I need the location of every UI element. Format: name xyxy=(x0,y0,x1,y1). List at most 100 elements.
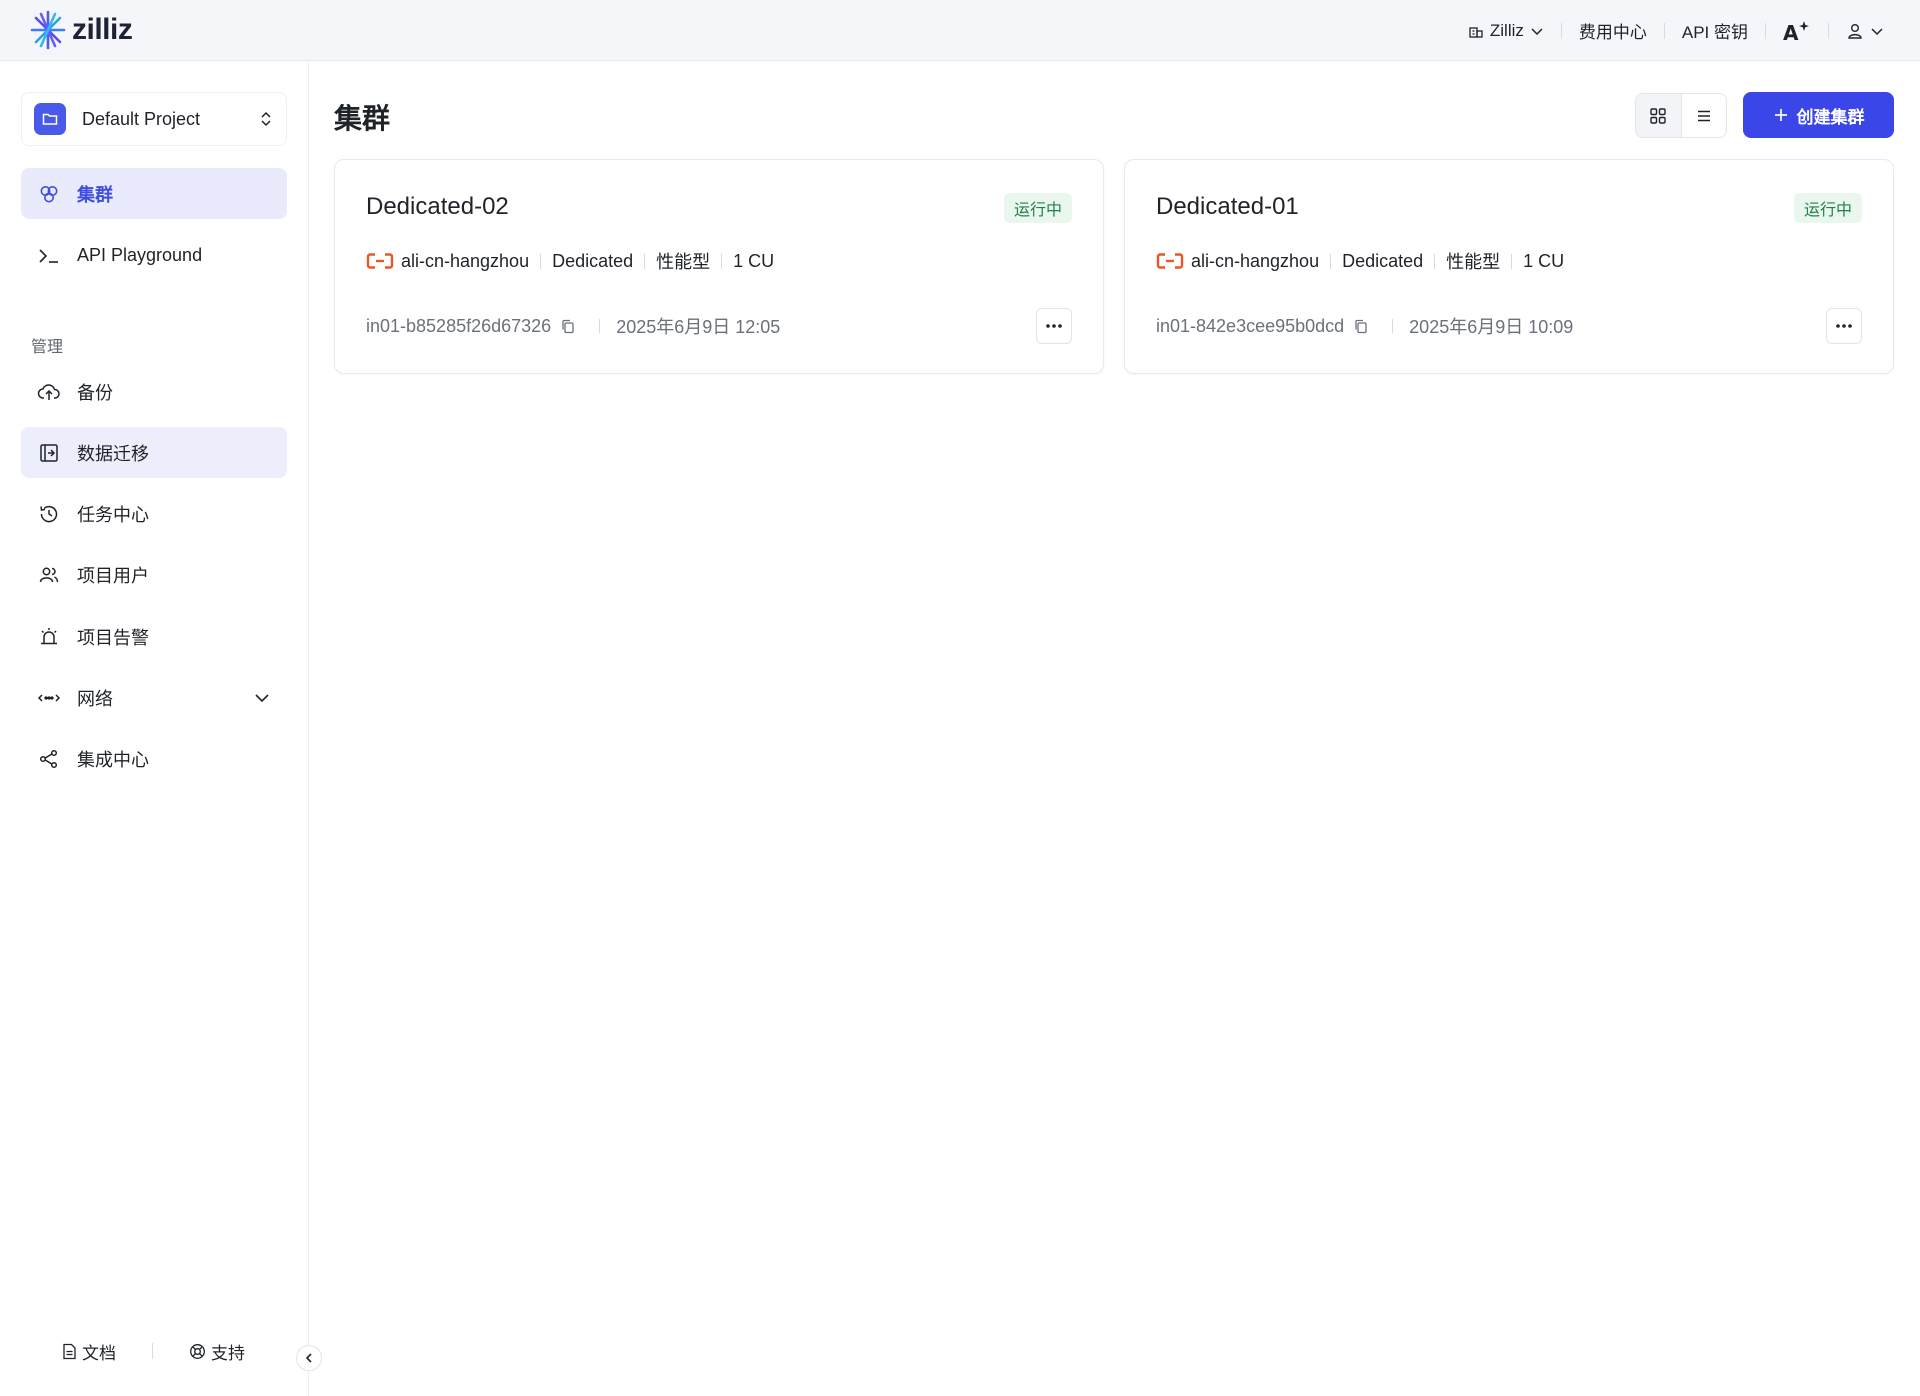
cluster-type: 性能型 xyxy=(656,252,711,272)
sidebar-item-backup[interactable]: 备份 xyxy=(21,366,287,417)
cluster-info: in01-b85285f26d67326 2025年6月9日 12:05 xyxy=(366,313,780,339)
copy-icon[interactable] xyxy=(1354,319,1368,334)
cluster-card[interactable]: Dedicated-01 运行中 ali-cn-hangzhou Dedicat… xyxy=(1124,159,1894,374)
divider xyxy=(152,1343,153,1359)
create-cluster-button[interactable]: 创建集群 xyxy=(1743,92,1894,138)
cluster-cu: 1 CU xyxy=(733,250,775,271)
status-badge: 运行中 xyxy=(1003,193,1072,223)
sidebar-item-label: 集群 xyxy=(77,184,113,205)
support-label: 支持 xyxy=(211,1343,245,1363)
cluster-type: 性能型 xyxy=(1446,252,1501,272)
logo-text: zilliz xyxy=(72,13,133,46)
support-link[interactable]: 支持 xyxy=(189,1339,245,1364)
share-icon xyxy=(37,747,61,771)
grid-icon xyxy=(1650,107,1666,124)
history-icon xyxy=(37,502,61,526)
aliyun-icon xyxy=(1156,252,1184,270)
sidebar-item-integrations[interactable]: 集成中心 xyxy=(21,733,287,784)
sidebar-item-tasks[interactable]: 任务中心 xyxy=(21,488,287,539)
terminal-icon xyxy=(37,244,61,268)
cluster-created: 2025年6月9日 10:09 xyxy=(1409,317,1574,337)
org-switcher[interactable]: Zilliz xyxy=(1468,21,1544,41)
sidebar-item-label: 备份 xyxy=(77,382,113,403)
billing-label: 费用中心 xyxy=(1578,23,1647,42)
chevron-down-icon xyxy=(255,693,269,702)
create-cluster-label: 创建集群 xyxy=(1796,107,1865,127)
more-actions-button[interactable] xyxy=(1036,308,1072,344)
alarm-icon xyxy=(37,625,61,649)
list-icon xyxy=(1697,110,1710,121)
sidebar-item-alerts[interactable]: 项目告警 xyxy=(21,611,287,662)
sidebar-item-api-playground[interactable]: API Playground xyxy=(21,230,287,281)
sidebar-item-label: 任务中心 xyxy=(77,504,149,525)
sidebar-item-migration[interactable]: 数据迁移 xyxy=(21,427,287,478)
more-horizontal-icon xyxy=(1046,324,1062,328)
docs-link[interactable]: 文档 xyxy=(62,1339,116,1364)
clusters-icon xyxy=(37,182,61,206)
sidebar-item-label: 项目告警 xyxy=(77,627,149,648)
more-actions-button[interactable] xyxy=(1826,308,1862,344)
sidebar-item-label: 数据迁移 xyxy=(77,443,149,464)
cloud-upload-icon xyxy=(37,380,61,404)
sidebar-group-title: 管理 xyxy=(31,339,64,356)
sidebar-item-network[interactable]: 网络 xyxy=(21,672,287,723)
cluster-region: ali-cn-hangzhou xyxy=(1191,250,1320,271)
ai-assistant-button[interactable]: A xyxy=(1783,19,1811,43)
document-icon xyxy=(63,1343,76,1359)
cluster-id: in01-842e3cee95b0dcd xyxy=(1156,315,1345,336)
cluster-name[interactable]: Dedicated-02 xyxy=(366,193,509,221)
project-name: Default Project xyxy=(82,108,201,129)
divider xyxy=(1765,22,1766,39)
divider xyxy=(1828,22,1829,39)
chevron-up-down-icon xyxy=(261,111,271,127)
top-bar: zilliz Zilliz 费用中心 API 密钥 A xyxy=(0,0,1920,61)
zilliz-logo[interactable]: zilliz xyxy=(28,8,133,52)
chevron-down-icon xyxy=(1531,27,1543,35)
divider xyxy=(1511,253,1513,269)
view-toggle xyxy=(1635,93,1727,138)
sidebar-collapse-button[interactable] xyxy=(296,1345,322,1371)
plus-icon xyxy=(1774,109,1787,121)
users-icon xyxy=(37,563,61,587)
top-nav: Zilliz 费用中心 API 密钥 A xyxy=(1468,0,1884,61)
folder-icon xyxy=(34,103,66,135)
cluster-cu: 1 CU xyxy=(1523,250,1565,271)
zilliz-logo-icon xyxy=(30,10,66,50)
sidebar-item-project-users[interactable]: 项目用户 xyxy=(21,549,287,600)
ai-sparkle-icon: A xyxy=(1783,20,1809,43)
api-keys-link[interactable]: API 密钥 xyxy=(1682,18,1748,43)
divider xyxy=(599,319,601,333)
divider xyxy=(540,253,542,269)
page-title: 集群 xyxy=(334,103,391,134)
cluster-id: in01-b85285f26d67326 xyxy=(366,315,552,336)
cluster-created: 2025年6月9日 12:05 xyxy=(616,317,781,337)
sidebar-item-label: 项目用户 xyxy=(77,565,149,586)
project-switcher[interactable]: Default Project xyxy=(21,92,287,146)
cluster-card[interactable]: Dedicated-02 运行中 ali-cn-hangzhou Dedicat… xyxy=(334,159,1104,374)
cluster-name[interactable]: Dedicated-01 xyxy=(1156,193,1299,221)
user-menu[interactable] xyxy=(1846,22,1884,40)
divider xyxy=(721,253,723,269)
aliyun-icon xyxy=(366,252,394,270)
list-view-button[interactable] xyxy=(1680,94,1727,137)
divider xyxy=(1434,253,1436,269)
billing-link[interactable]: 费用中心 xyxy=(1579,18,1647,43)
sidebar-item-label: 网络 xyxy=(77,688,113,709)
cluster-plan: Dedicated xyxy=(1342,250,1424,271)
status-badge: 运行中 xyxy=(1793,193,1862,223)
sidebar-footer: 文档 支持 xyxy=(0,1331,309,1371)
divider xyxy=(1560,22,1562,39)
support-icon xyxy=(190,1343,205,1359)
user-icon xyxy=(1848,23,1862,39)
divider xyxy=(1330,253,1332,269)
more-horizontal-icon xyxy=(1836,324,1852,328)
cluster-meta: ali-cn-hangzhou Dedicated 性能型 1 CU xyxy=(366,248,774,274)
divider xyxy=(1663,22,1665,39)
sidebar-item-label: 集成中心 xyxy=(77,749,149,770)
building-icon xyxy=(1469,26,1483,38)
sidebar-item-clusters[interactable]: 集群 xyxy=(21,168,287,219)
copy-icon[interactable] xyxy=(561,319,575,334)
grid-view-button[interactable] xyxy=(1636,94,1681,137)
chevron-down-icon xyxy=(1871,27,1883,35)
api-keys-label: API 密钥 xyxy=(1681,23,1748,42)
